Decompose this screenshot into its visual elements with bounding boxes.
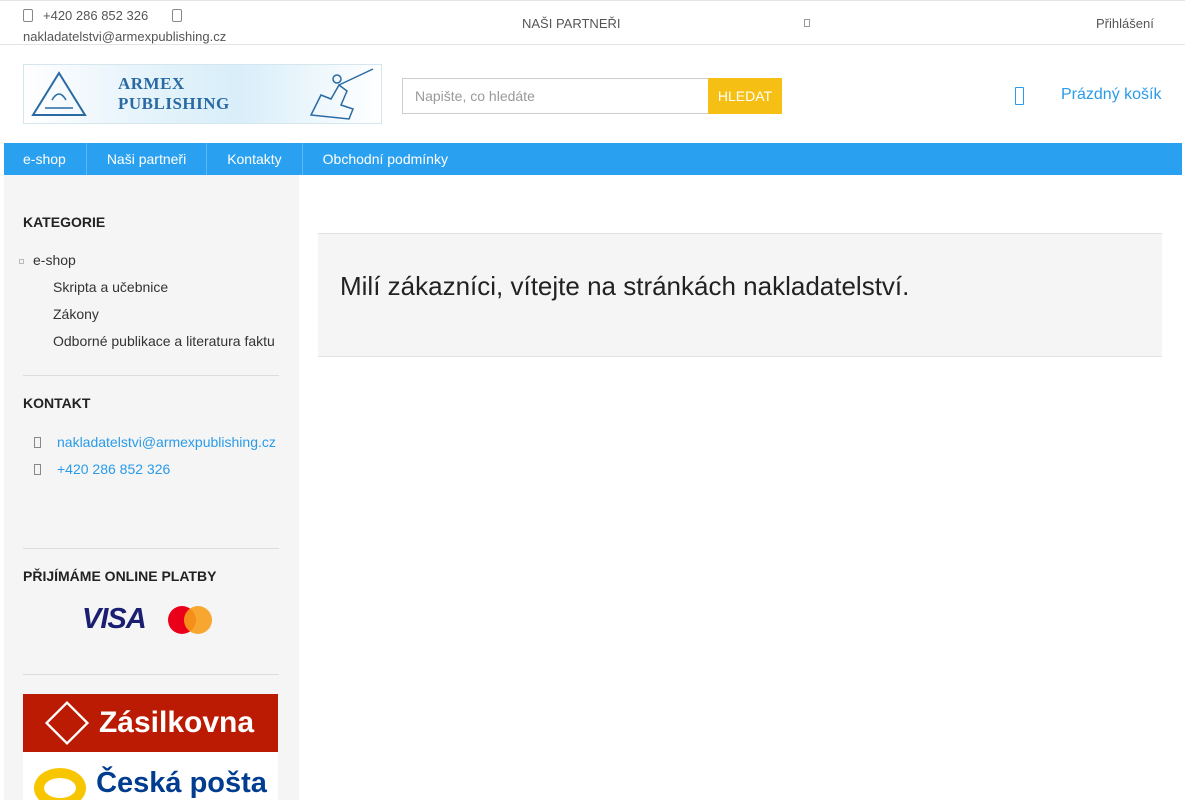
divider — [23, 375, 279, 376]
payments-title: PŘIJÍMÁME ONLINE PLATBY — [23, 568, 217, 584]
welcome-heading: Milí zákazníci, vítejte na stránkách nak… — [340, 271, 910, 301]
mail-icon — [34, 436, 41, 448]
search-bar: HLEDAT — [402, 78, 782, 114]
topbar-email[interactable]: nakladatelstvi@armexpublishing.cz — [23, 26, 226, 47]
knight-icon — [291, 65, 381, 123]
contact-email-row: nakladatelstvi@armexpublishing.cz — [23, 434, 276, 450]
contact-phone-link[interactable]: +420 286 852 326 — [57, 461, 170, 477]
logo-text: ARMEX PUBLISHING — [118, 74, 230, 113]
armex-triangle-icon — [30, 70, 88, 118]
topbar-partners-link[interactable]: NAŠI PARTNEŘI — [522, 16, 620, 31]
ceska-posta-banner[interactable]: Česká pošta — [23, 752, 278, 800]
topbar-phone[interactable]: +420 286 852 326 — [43, 5, 148, 26]
visa-logo: VISA — [82, 603, 147, 635]
site-logo[interactable]: ARMEX PUBLISHING — [23, 64, 382, 124]
ceska-posta-label: Česká pošta — [96, 766, 267, 799]
login-link[interactable]: Přihlášení — [1096, 16, 1154, 31]
search-button[interactable]: HLEDAT — [708, 78, 782, 114]
categories-title: KATEGORIE — [23, 214, 106, 230]
nav-item-partners[interactable]: Naši partneři — [87, 143, 208, 175]
cart-icon[interactable] — [1015, 87, 1024, 105]
search-input[interactable] — [402, 78, 708, 114]
contact-phone-row: +420 286 852 326 — [23, 461, 170, 477]
mastercard-icon — [167, 605, 212, 634]
top-bar: +420 286 852 326 nakladatelstvi@armexpub… — [0, 0, 1185, 45]
welcome-box: Milí zákazníci, vítejte na stránkách nak… — [318, 233, 1162, 357]
nav-item-contacts[interactable]: Kontakty — [207, 143, 303, 175]
language-icon[interactable] — [804, 19, 810, 27]
topbar-contact: +420 286 852 326 nakladatelstvi@armexpub… — [23, 5, 226, 47]
package-icon — [44, 700, 90, 746]
cart-link[interactable]: Prázdný košík — [1061, 86, 1161, 104]
category-item-laws[interactable]: Zákony — [23, 304, 279, 331]
nav-item-terms[interactable]: Obchodní podmínky — [303, 143, 468, 175]
sidebar: KATEGORIE e-shop Skripta a učebnice Záko… — [4, 175, 299, 800]
divider — [23, 674, 279, 675]
zasilkovna-banner[interactable]: Zásilkovna — [23, 694, 278, 752]
category-item-eshop[interactable]: e-shop — [19, 250, 279, 277]
category-list: e-shop Skripta a učebnice Zákony Odborné… — [19, 250, 279, 358]
main-nav: e-shop Naši partneři Kontakty Obchodní p… — [4, 143, 1182, 175]
divider — [23, 548, 279, 549]
phone-icon — [23, 9, 33, 22]
phone-icon — [34, 463, 41, 475]
post-horn-icon — [34, 768, 87, 800]
payment-cards: VISA — [82, 603, 212, 636]
contact-title: KONTAKT — [23, 395, 91, 411]
category-item-scripts[interactable]: Skripta a učebnice — [23, 277, 279, 304]
contact-email-link[interactable]: nakladatelstvi@armexpublishing.cz — [57, 434, 276, 450]
category-item-publications[interactable]: Odborné publikace a literatura faktu — [23, 331, 279, 358]
nav-item-eshop[interactable]: e-shop — [4, 143, 87, 175]
zasilkovna-label: Zásilkovna — [98, 706, 255, 739]
mail-icon — [172, 9, 183, 22]
